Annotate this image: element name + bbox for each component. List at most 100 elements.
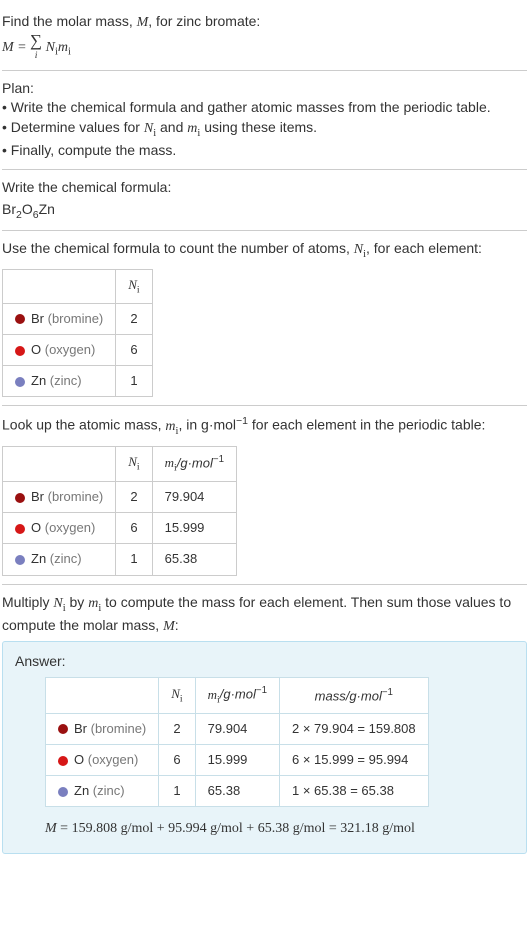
table-row: Br (bromine) 2 79.904 [3, 482, 237, 513]
table-row: Zn (zinc) 1 65.38 1 × 65.38 = 65.38 [46, 776, 429, 807]
multiply-heading: Multiply Ni by mi to compute the mass fo… [2, 593, 527, 637]
count-section: Use the chemical formula to count the nu… [2, 231, 527, 406]
elem-cell: O (oxygen) [3, 513, 116, 544]
hdr-Ni: Ni [116, 269, 152, 303]
mass-heading: Look up the atomic mass, mi, in g·mol−1 … [2, 414, 527, 439]
h-N: N [128, 454, 137, 469]
table-row: O (oxygen) 6 [3, 335, 153, 366]
hdr-empty [46, 678, 159, 714]
elem-name: (bromine) [48, 489, 104, 504]
mult-ha: Multiply [2, 594, 53, 610]
sum-index: i [35, 50, 38, 61]
final-M: M [45, 821, 57, 836]
m-cell: 79.904 [152, 482, 236, 513]
elem-sym: O [74, 752, 84, 767]
elem-sym: Br [31, 489, 44, 504]
mass-exp: −1 [236, 415, 248, 427]
table-row: Zn (zinc) 1 65.38 [3, 544, 237, 575]
plan-b2b: and [156, 119, 187, 135]
eq-m: m [58, 39, 68, 54]
calc-cell: 2 × 79.904 = 159.808 [280, 713, 429, 744]
mass-table: Ni m i/g·mol−1 Br (bromine) 2 79.904 O (o… [2, 446, 237, 576]
m-cell: 15.999 [152, 513, 236, 544]
mult-hb: by [66, 594, 89, 610]
elem-sym: Zn [31, 551, 46, 566]
count-heading: Use the chemical formula to count the nu… [2, 239, 527, 262]
table-row: Zn (zinc) 1 [3, 366, 153, 397]
plan-bullet-1: • Write the chemical formula and gather … [2, 98, 527, 118]
var-M2: M [163, 619, 175, 634]
var-N: N [144, 121, 153, 136]
answer-table: Ni mi/g·mol−1 mass/g·mol−1 Br (bromine) … [45, 677, 429, 807]
elem-cell: Br (bromine) [46, 713, 159, 744]
calc-cell: 6 × 15.999 = 95.994 [280, 745, 429, 776]
h-N: N [128, 277, 137, 292]
elem-cell: Br (bromine) [3, 482, 116, 513]
table-header-row: Ni m i/g·mol−1 [3, 446, 237, 482]
eq-mi: i [68, 46, 71, 57]
m-cell: 65.38 [152, 544, 236, 575]
elem-name: (bromine) [48, 311, 104, 326]
n-cell: 1 [116, 366, 152, 397]
final-equation: M = 159.808 g/mol + 95.994 g/mol + 65.38… [45, 819, 514, 839]
h-N: N [171, 686, 180, 701]
answer-box: Answer: Ni mi/g·mol−1 mass/g·mol−1 Br (b… [2, 641, 527, 854]
var-m2: m [165, 419, 175, 434]
elem-cell: O (oxygen) [3, 335, 116, 366]
elem-cell: Br (bromine) [3, 303, 116, 334]
final-rest: = 159.808 g/mol + 95.994 g/mol + 65.38 g… [57, 821, 415, 836]
hdr-empty [3, 446, 116, 482]
n-cell: 1 [116, 544, 152, 575]
unit-a: /g·mol [220, 687, 256, 702]
n-cell: 2 [116, 303, 152, 334]
eq-eq: = [14, 39, 30, 54]
elem-cell: O (oxygen) [46, 745, 159, 776]
count-hb: , for each element: [366, 240, 482, 256]
elem-name: (oxygen) [88, 752, 139, 767]
count-ha: Use the chemical formula to count the nu… [2, 240, 354, 256]
table-header-row: Ni mi/g·mol−1 mass/g·mol−1 [46, 678, 429, 714]
var-M: M [137, 15, 149, 30]
elem-name: (bromine) [91, 721, 147, 736]
unit-a: /g·mol [177, 455, 213, 470]
element-dot-icon [15, 346, 25, 356]
f-o: O [22, 201, 33, 217]
hdr-Ni: Ni [159, 678, 195, 714]
eq-N: N [46, 39, 55, 54]
plan-section: Plan: • Write the chemical formula and g… [2, 71, 527, 170]
mass-hb: , in g·mol [178, 417, 236, 433]
elem-name: (zinc) [93, 783, 125, 798]
element-dot-icon [15, 524, 25, 534]
table-row: O (oxygen) 6 15.999 6 × 15.999 = 95.994 [46, 745, 429, 776]
f-zn: Zn [39, 201, 55, 217]
h-Ni: i [137, 462, 140, 473]
m-cell: 15.999 [195, 745, 279, 776]
plan-b2c: using these items. [200, 119, 317, 135]
elem-name: (zinc) [50, 551, 82, 566]
element-dot-icon [58, 787, 68, 797]
plan-bullet-3: • Finally, compute the mass. [2, 141, 527, 161]
n-cell: 6 [116, 335, 152, 366]
intro-line: Find the molar mass, M, for zinc bromate… [2, 12, 527, 33]
answer-section: Multiply Ni by mi to compute the mass fo… [2, 585, 527, 862]
unit-exp2: −1 [382, 687, 393, 698]
element-dot-icon [15, 555, 25, 565]
table-header-row: Ni [3, 269, 153, 303]
plan-b2a: • Determine values for [2, 119, 144, 135]
var-N3: N [53, 596, 62, 611]
h-Ni: i [180, 694, 183, 705]
hdr-Ni: Ni [116, 446, 152, 482]
elem-cell: Zn (zinc) [3, 366, 116, 397]
h-m: m [165, 455, 174, 470]
h-Ni: i [137, 284, 140, 295]
unit-exp: −1 [256, 685, 267, 696]
m-cell: 79.904 [195, 713, 279, 744]
elem-sym: Br [31, 311, 44, 326]
chemical-formula: Br2O6Zn [2, 200, 527, 222]
intro-text: Find the molar mass, [2, 13, 137, 29]
element-dot-icon [15, 314, 25, 324]
unit-exp: −1 [213, 454, 224, 465]
intro-section: Find the molar mass, M, for zinc bromate… [2, 4, 527, 71]
hdr-empty [3, 269, 116, 303]
table-row: Br (bromine) 2 [3, 303, 153, 334]
